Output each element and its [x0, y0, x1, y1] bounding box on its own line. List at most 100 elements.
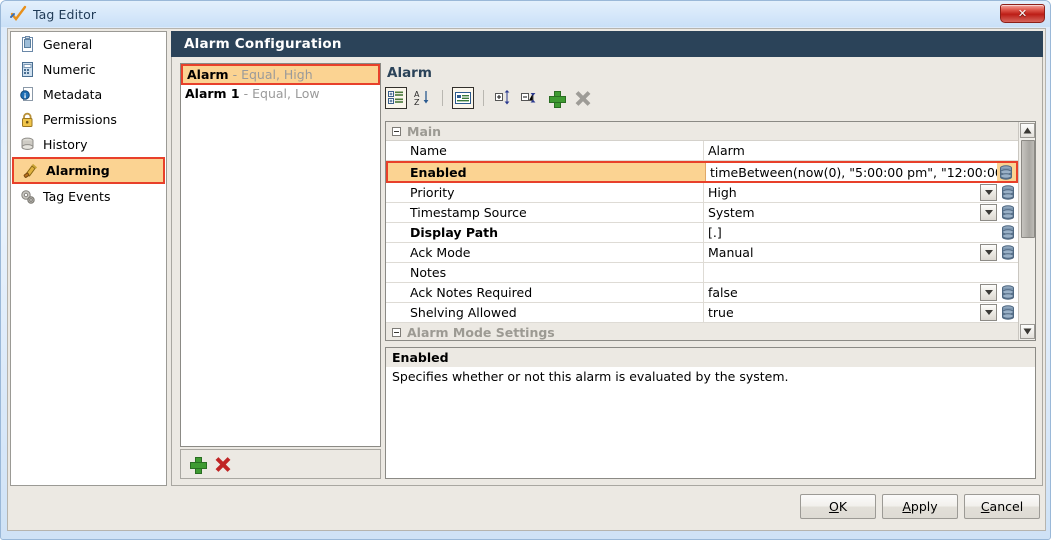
sidebar-item-label: Alarming — [46, 163, 110, 178]
table-row[interactable]: Priority High — [386, 183, 1018, 203]
chevron-down-icon[interactable] — [980, 184, 997, 201]
binding-icon[interactable] — [998, 164, 1014, 182]
sidebar-item-numeric[interactable]: Numeric — [11, 57, 166, 82]
title-bar: Tag Editor ✕ — [1, 1, 1050, 27]
categorized-view-icon[interactable] — [385, 87, 407, 109]
collapse-toggle-icon[interactable] — [392, 328, 401, 337]
binding-icon[interactable] — [1000, 244, 1016, 262]
property-column: Alarm — [385, 63, 1036, 479]
table-row[interactable]: Enabled timeBetween(now(0), "5:00:00 pm"… — [386, 161, 1018, 183]
sidebar-item-tag-events[interactable]: Tag Events — [11, 184, 166, 209]
sidebar-item-metadata[interactable]: Metadata — [11, 82, 166, 107]
property-grid: Main Name Alarm Enabled timeBetween(now(… — [385, 121, 1036, 341]
sidebar-item-label: Numeric — [43, 62, 96, 77]
property-value[interactable]: Alarm — [704, 141, 1018, 160]
property-name: Priority — [386, 183, 704, 202]
list-item[interactable]: Alarm 1 - Equal, Low — [181, 85, 380, 102]
sidebar-item-history[interactable]: History — [11, 132, 166, 157]
document-icon — [19, 36, 36, 53]
alarm-detail: - Equal, High — [233, 67, 313, 82]
sort-alpha-icon[interactable]: A Z — [411, 87, 433, 109]
table-row[interactable]: Timestamp Source System — [386, 203, 1018, 223]
info-icon — [19, 86, 36, 103]
property-value[interactable]: timeBetween(now(0), "5:00:00 pm", "12:00… — [706, 163, 997, 181]
sidebar-nav: General Numeric — [10, 31, 167, 486]
sidebar-item-label: Tag Events — [43, 189, 110, 204]
property-value[interactable]: Manual — [704, 243, 980, 262]
chevron-down-icon[interactable] — [980, 244, 997, 261]
property-toolbar: A Z — [385, 85, 1036, 111]
cancel-button[interactable]: Cancel — [964, 494, 1040, 519]
sidebar-item-alarming[interactable]: Alarming — [12, 157, 165, 184]
sidebar-item-label: Permissions — [43, 112, 117, 127]
property-value[interactable]: false — [704, 283, 980, 302]
property-value[interactable]: [.] — [704, 223, 999, 242]
lock-icon — [19, 111, 36, 128]
alarm-list-toolbar — [180, 449, 381, 479]
property-panel-title: Alarm — [387, 65, 1036, 81]
property-name: Name — [386, 141, 704, 160]
binding-icon[interactable] — [1000, 224, 1016, 242]
sidebar-item-general[interactable]: General — [11, 32, 166, 57]
history-icon — [19, 136, 36, 153]
chevron-down-icon[interactable] — [980, 204, 997, 221]
scroll-down-icon[interactable] — [1020, 324, 1035, 339]
table-row[interactable]: Ack Mode Manual — [386, 243, 1018, 263]
chevron-down-icon[interactable] — [980, 284, 997, 301]
page-title: Alarm Configuration — [184, 36, 342, 52]
ok-button[interactable]: OK — [800, 494, 876, 519]
collapse-all-icon[interactable] — [519, 87, 541, 109]
property-value[interactable]: System — [704, 203, 980, 222]
property-name: Display Path — [386, 223, 704, 242]
list-item[interactable]: Alarm - Equal, High — [181, 64, 380, 85]
property-value[interactable] — [704, 263, 1018, 282]
table-row[interactable]: Name Alarm — [386, 141, 1018, 161]
delete-alarm-icon[interactable] — [215, 457, 230, 472]
sidebar-item-label: History — [43, 137, 87, 152]
collapse-toggle-icon[interactable] — [392, 127, 401, 136]
binding-icon[interactable] — [1000, 304, 1016, 322]
property-name: Ack Notes Required — [386, 283, 704, 302]
apply-button[interactable]: Apply — [882, 494, 958, 519]
chevron-down-icon[interactable] — [980, 304, 997, 321]
table-row[interactable]: Shelving Allowed true — [386, 303, 1018, 323]
scroll-up-icon[interactable] — [1020, 123, 1035, 138]
table-row[interactable]: Display Path [.] — [386, 223, 1018, 243]
property-value[interactable]: true — [704, 303, 980, 322]
close-button[interactable]: ✕ — [1000, 4, 1045, 23]
binding-icon[interactable] — [1000, 284, 1016, 302]
alarm-bell-icon — [22, 162, 39, 179]
expand-all-icon[interactable] — [493, 87, 515, 109]
property-name: Notes — [386, 263, 704, 282]
category-row-main[interactable]: Main — [386, 122, 1018, 141]
description-text: Specifies whether or not this alarm is e… — [392, 369, 1029, 384]
toolbar-separator — [483, 90, 484, 106]
add-property-icon[interactable] — [545, 87, 567, 109]
window-title: Tag Editor — [33, 7, 96, 22]
property-name: Ack Mode — [386, 243, 704, 262]
remove-property-icon[interactable] — [571, 87, 593, 109]
sidebar-item-label: Metadata — [43, 87, 102, 102]
client-area: General Numeric — [7, 28, 1046, 531]
table-row[interactable]: Ack Notes Required false — [386, 283, 1018, 303]
alarm-name: Alarm 1 — [185, 86, 240, 101]
binding-icon[interactable] — [1000, 184, 1016, 202]
gears-icon — [19, 188, 36, 205]
sidebar-item-permissions[interactable]: Permissions — [11, 107, 166, 132]
property-grid-rows: Main Name Alarm Enabled timeBetween(now(… — [386, 122, 1018, 340]
scrollbar-thumb[interactable] — [1021, 140, 1035, 238]
numeric-icon — [19, 61, 36, 78]
binding-icon[interactable] — [1000, 204, 1016, 222]
category-row-alarm-mode-settings[interactable]: Alarm Mode Settings — [386, 323, 1018, 340]
property-name: Shelving Allowed — [386, 303, 704, 322]
content-header: Alarm Configuration — [171, 31, 1043, 57]
alarm-detail: - Equal, Low — [244, 86, 320, 101]
property-value[interactable]: High — [704, 183, 980, 202]
toolbar-separator — [442, 90, 443, 106]
property-grid-scrollbar[interactable] — [1018, 122, 1035, 340]
alarm-list[interactable]: Alarm - Equal, High Alarm 1 - Equal, Low — [180, 63, 381, 447]
add-alarm-icon[interactable] — [190, 457, 205, 472]
table-row[interactable]: Notes — [386, 263, 1018, 283]
content-body: Alarm - Equal, High Alarm 1 - Equal, Low — [171, 57, 1043, 486]
description-pane-icon[interactable] — [452, 87, 474, 109]
